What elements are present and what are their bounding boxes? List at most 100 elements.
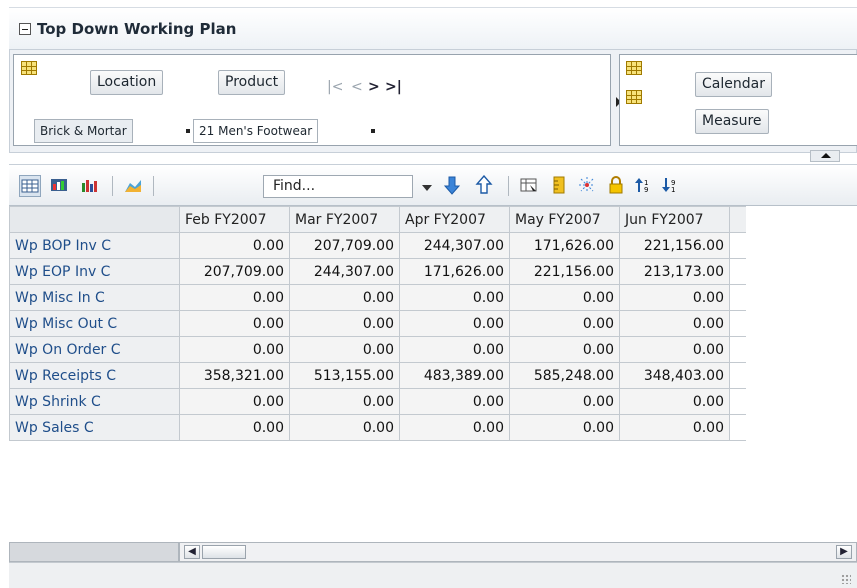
row-header[interactable]: Wp Shrink C [9,388,180,415]
first-icon[interactable]: |< [327,79,343,95]
product-member-box[interactable]: 21 Men's Footwear [193,119,319,143]
chart-table-icon[interactable] [49,175,71,197]
row-header[interactable]: Wp Misc Out C [9,310,180,337]
horizontal-scrollbar[interactable]: ◀ ▶ [179,542,857,562]
cell[interactable]: 0.00 [179,310,290,337]
resize-grip-icon[interactable] [841,574,851,584]
table-row: Wp Shrink C 0.00 0.00 0.00 0.00 0.00 [9,388,746,415]
cell[interactable]: 0.00 [179,414,290,441]
move-up-icon[interactable] [474,174,496,197]
row-header[interactable]: Wp Receipts C [9,362,180,389]
lock-icon[interactable] [606,175,628,197]
move-down-icon[interactable] [442,175,464,197]
find-dropdown-icon[interactable] [422,185,432,191]
cell[interactable]: 0.00 [399,284,510,311]
cell[interactable]: 0.00 [399,310,510,337]
area-chart-icon[interactable] [123,175,145,197]
cell[interactable]: 0.00 [509,388,620,415]
cell[interactable]: 0.00 [619,284,730,311]
cell[interactable]: 0.00 [289,310,400,337]
cell[interactable]: 171,626.00 [399,258,510,285]
cell[interactable]: 513,155.00 [289,362,400,389]
product-button[interactable]: Product [218,70,286,95]
cell[interactable]: 348,403.00 [619,362,730,389]
scroll-thumb[interactable] [202,545,246,559]
cell[interactable]: 0.00 [399,414,510,441]
bar-chart-icon[interactable] [79,175,101,197]
table-row: Wp Misc Out C 0.00 0.00 0.00 0.00 0.00 [9,310,746,337]
cell-spacer [729,310,746,337]
column-header[interactable]: May FY2007 [509,206,620,233]
cell[interactable]: 244,307.00 [289,258,400,285]
cell[interactable]: 213,173.00 [619,258,730,285]
dimension-area: Location Product |< < > >| Brick & Morta… [9,49,857,153]
row-header-scroll-area [9,542,179,562]
column-header[interactable]: Mar FY2007 [289,206,400,233]
cell[interactable]: 0.00 [619,310,730,337]
cell-spacer [729,258,746,285]
cell[interactable]: 0.00 [619,388,730,415]
row-header[interactable]: Wp On Order C [9,336,180,363]
cell[interactable]: 207,709.00 [289,232,400,259]
cell[interactable]: 0.00 [509,310,620,337]
svg-text:9: 9 [644,186,648,194]
cell[interactable]: 221,156.00 [619,232,730,259]
cell[interactable]: 0.00 [399,336,510,363]
cell[interactable]: 0.00 [509,284,620,311]
cell[interactable]: 221,156.00 [509,258,620,285]
column-header[interactable]: Apr FY2007 [399,206,510,233]
sort-ascending-icon[interactable]: 19 [634,175,656,197]
location-button[interactable]: Location [90,70,164,95]
column-header[interactable]: Feb FY2007 [179,206,290,233]
cell[interactable]: 0.00 [509,336,620,363]
collapse-icon[interactable] [19,23,31,35]
scroll-left-icon[interactable]: ◀ [184,545,200,559]
next-icon[interactable]: > [368,79,380,95]
cell[interactable]: 483,389.00 [399,362,510,389]
cell[interactable]: 358,321.00 [179,362,290,389]
cell[interactable]: 0.00 [289,388,400,415]
table-row: Wp Receipts C 358,321.00 513,155.00 483,… [9,362,746,389]
cell[interactable]: 171,626.00 [509,232,620,259]
ruler-icon[interactable] [549,175,571,197]
cell[interactable]: 0.00 [179,336,290,363]
status-bar [9,562,857,588]
column-header-spacer [729,206,746,233]
cell[interactable]: 244,307.00 [399,232,510,259]
sort-descending-icon[interactable]: 91 [661,175,683,197]
scroll-right-icon[interactable]: ▶ [836,545,852,559]
location-member-box[interactable]: Brick & Mortar [34,119,133,143]
cell[interactable]: 0.00 [179,284,290,311]
table-row: Wp Misc In C 0.00 0.00 0.00 0.00 0.00 [9,284,746,311]
cell[interactable]: 0.00 [509,414,620,441]
row-header[interactable]: Wp Sales C [9,414,180,441]
grid-icon [626,90,642,104]
spread-icon[interactable] [577,175,599,197]
row-header[interactable]: Wp Misc In C [9,284,180,311]
column-header[interactable]: Jun FY2007 [619,206,730,233]
row-header[interactable]: Wp EOP Inv C [9,258,180,285]
toolbar-separator [153,176,154,196]
separator-dot [371,129,375,133]
data-grid: Feb FY2007 Mar FY2007 Apr FY2007 May FY2… [9,206,857,542]
row-header[interactable]: Wp BOP Inv C [9,232,180,259]
cell[interactable]: 0.00 [619,414,730,441]
cell[interactable]: 0.00 [399,388,510,415]
table-row: Wp On Order C 0.00 0.00 0.00 0.00 0.00 [9,336,746,363]
grid-select-icon[interactable] [519,175,541,197]
scroll-up-icon[interactable] [810,150,840,162]
table-view-icon[interactable] [19,175,41,197]
measure-button[interactable]: Measure [695,109,769,134]
cell[interactable]: 585,248.00 [509,362,620,389]
cell[interactable]: 0.00 [289,414,400,441]
cell[interactable]: 207,709.00 [179,258,290,285]
cell[interactable]: 0.00 [289,336,400,363]
cell[interactable]: 0.00 [179,388,290,415]
calendar-button[interactable]: Calendar [695,72,772,97]
find-input[interactable]: Find... [263,175,413,198]
cell[interactable]: 0.00 [289,284,400,311]
cell[interactable]: 0.00 [179,232,290,259]
cell[interactable]: 0.00 [619,336,730,363]
last-icon[interactable]: >| [385,79,402,95]
previous-icon[interactable]: < [351,79,363,95]
